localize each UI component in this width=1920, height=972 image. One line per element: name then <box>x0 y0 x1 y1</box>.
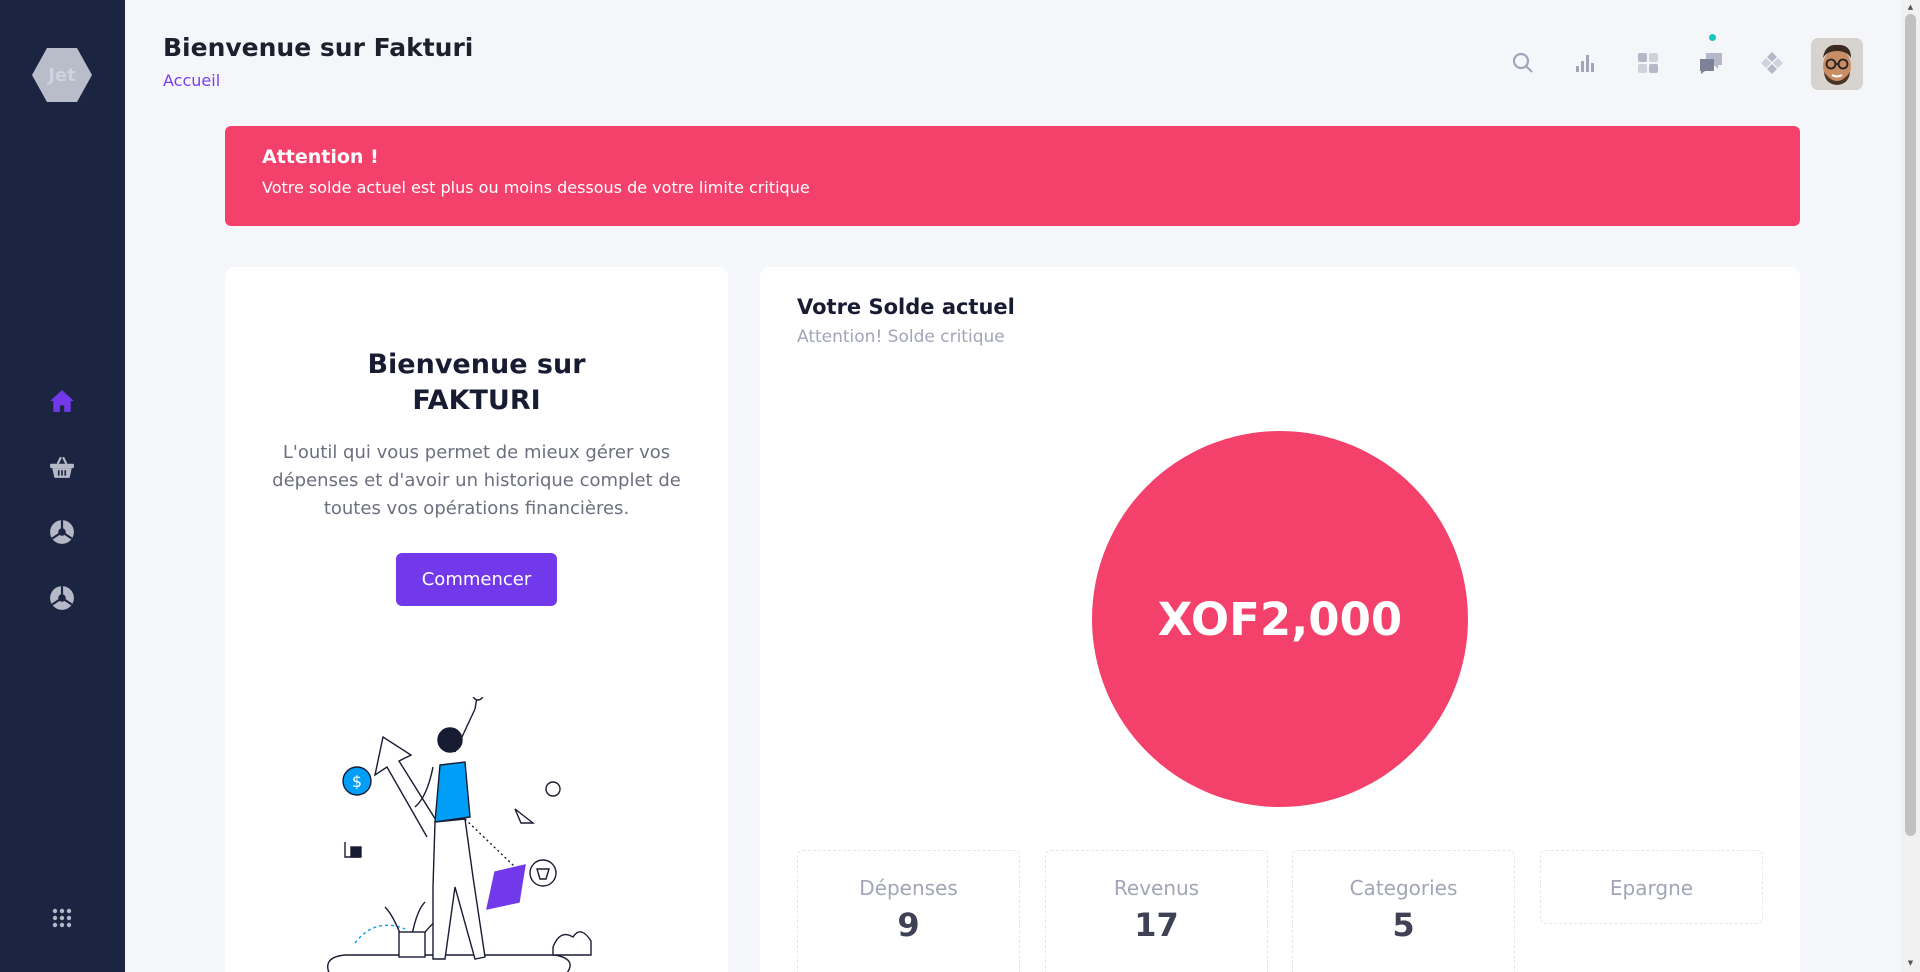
stat-value: 5 <box>1392 906 1415 944</box>
balance-amount: XOF2,000 <box>1157 592 1403 646</box>
page-title: Bienvenue sur Fakturi <box>163 33 474 62</box>
scroll-up-arrow[interactable]: ▲ <box>1905 2 1916 12</box>
breadcrumb-home[interactable]: Accueil <box>163 71 220 90</box>
start-button[interactable]: Commencer <box>396 553 557 606</box>
scrollbar-thumb[interactable] <box>1905 14 1916 836</box>
growth-illustration: $ <box>327 697 592 972</box>
svg-text:$: $ <box>352 772 362 791</box>
welcome-description: L'outil qui vous permet de mieux gérer v… <box>272 442 681 519</box>
stat-label: Epargne <box>1609 876 1694 900</box>
stat-value: 9 <box>897 906 920 944</box>
sidebar: Jet <box>0 0 125 972</box>
home-icon[interactable] <box>47 386 77 416</box>
logo-text: Jet <box>48 64 76 86</box>
stat-epargne[interactable]: Epargne <box>1540 850 1763 924</box>
stat-label: Revenus <box>1113 876 1200 900</box>
layers-icon[interactable] <box>1757 48 1787 78</box>
user-avatar[interactable] <box>1811 38 1863 90</box>
chat-icon[interactable] <box>1696 48 1726 78</box>
stat-revenus[interactable]: Revenus 17 <box>1045 850 1268 972</box>
welcome-title-line2: FAKTURI <box>412 385 541 416</box>
basket-icon[interactable] <box>47 452 77 482</box>
welcome-title: Bienvenue sur FAKTURI <box>225 347 728 419</box>
welcome-title-line1: Bienvenue sur <box>367 349 586 380</box>
alert-text: Votre solde actuel est plus ou moins des… <box>262 178 810 197</box>
balance-amount-circle: XOF2,000 <box>1092 431 1468 807</box>
balance-subtitle: Attention! Solde critique <box>797 327 1005 347</box>
search-icon[interactable] <box>1508 48 1538 78</box>
welcome-card: Bienvenue sur FAKTURI L'outil qui vous p… <box>225 267 728 972</box>
stat-label: Dépenses <box>859 876 958 900</box>
balance-card: Votre Solde actuel Attention! Solde crit… <box>760 267 1800 972</box>
notification-dot <box>1709 34 1716 41</box>
bar-chart-icon[interactable] <box>1571 48 1601 78</box>
stat-categories[interactable]: Categories 5 <box>1292 850 1515 972</box>
app-logo[interactable]: Jet <box>32 48 92 102</box>
stat-value: 17 <box>1134 906 1179 944</box>
chart-pie-icon[interactable] <box>47 517 77 547</box>
grid-icon[interactable] <box>1633 48 1663 78</box>
scroll-down-arrow[interactable]: ▼ <box>1905 958 1916 968</box>
critical-balance-alert: Attention ! Votre solde actuel est plus … <box>225 126 1800 226</box>
chart-pie-icon[interactable] <box>47 583 77 613</box>
stat-depenses[interactable]: Dépenses 9 <box>797 850 1020 972</box>
apps-grid-icon[interactable] <box>47 903 77 933</box>
alert-title: Attention ! <box>262 146 379 168</box>
balance-title: Votre Solde actuel <box>797 295 1015 319</box>
stat-label: Categories <box>1349 876 1458 900</box>
